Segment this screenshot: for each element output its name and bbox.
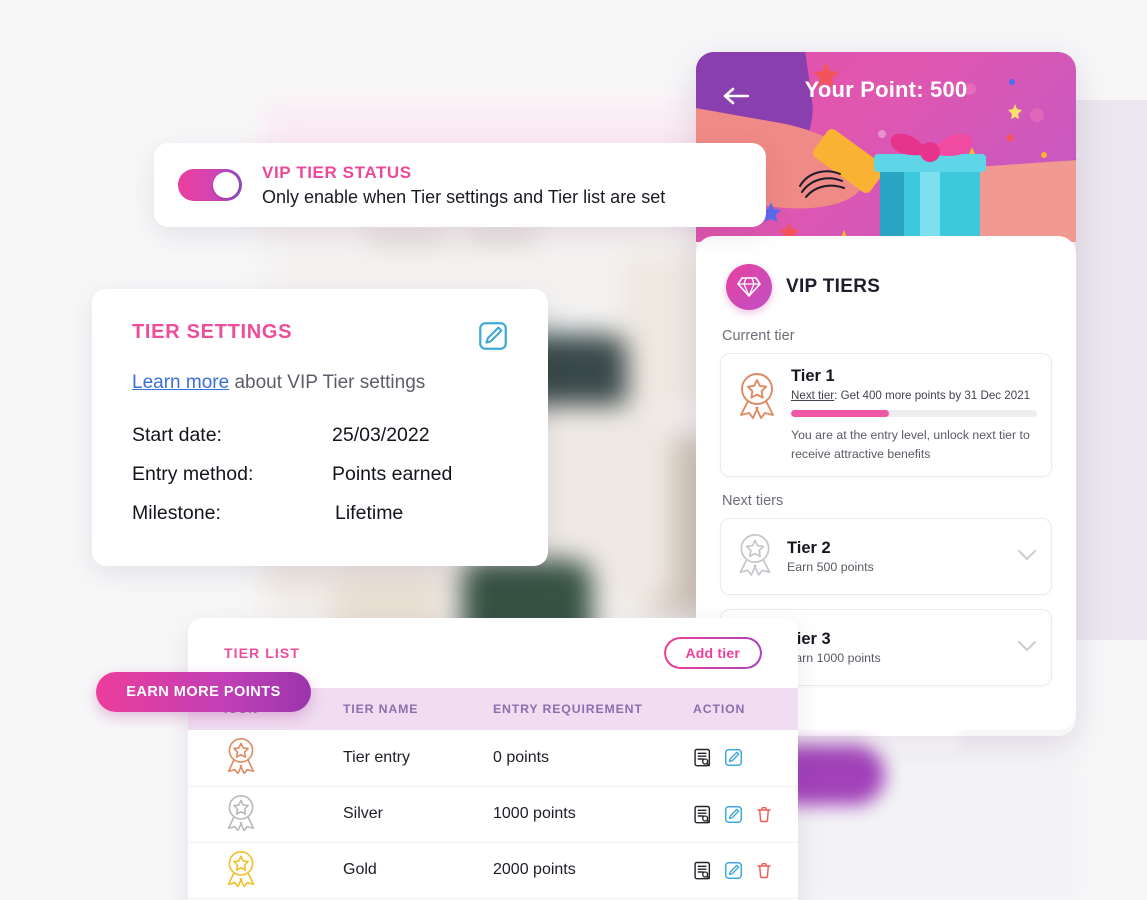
add-tier-button[interactable]: Add tier: [663, 637, 762, 669]
field-value: Points earned: [332, 463, 453, 485]
tier-list-card: TIER LIST Add tier ICON TIER NAME ENTRY …: [188, 618, 798, 900]
learn-more-rest: about VIP Tier settings: [229, 372, 426, 393]
table-row[interactable]: Gold 2000 points: [188, 842, 798, 899]
diamond-icon: [726, 264, 772, 310]
row-entry-requirement: 0 points: [493, 730, 693, 787]
current-tier-label: Current tier: [722, 328, 795, 344]
field-value: 25/03/2022: [332, 424, 430, 446]
edit-square-icon[interactable]: [478, 321, 508, 356]
next-tier-link[interactable]: Next tier: [791, 389, 834, 402]
row-icon-cell: [188, 786, 343, 843]
vip-tiers-title: VIP TIERS: [786, 276, 881, 297]
vip-tier-status-toggle[interactable]: [178, 169, 242, 201]
edit-icon[interactable]: [724, 861, 743, 880]
edit-icon[interactable]: [724, 805, 743, 824]
current-tier-description: You are at the entry level, unlock next …: [791, 428, 1030, 462]
next-tier-name: Tier 2: [787, 539, 831, 558]
row-icon-cell: [188, 730, 343, 787]
next-tier-row-2[interactable]: Tier 2 Earn 500 points: [720, 518, 1052, 596]
table-row[interactable]: Silver 1000 points: [188, 786, 798, 843]
award-ribbon-icon: [735, 367, 779, 424]
tier-progress-fill: [791, 410, 890, 417]
row-actions: [693, 786, 798, 843]
row-actions: [693, 730, 798, 787]
next-tier-name: Tier 3: [787, 630, 831, 649]
column-header-action: ACTION: [693, 688, 798, 730]
vip-tier-status-subtitle: Only enable when Tier settings and Tier …: [262, 186, 666, 207]
delete-icon[interactable]: [755, 861, 773, 880]
toggle-knob: [213, 172, 239, 198]
field-milestone: Milestone: Lifetime: [132, 502, 508, 525]
view-details-icon[interactable]: [693, 805, 712, 824]
row-icon-cell: [188, 842, 343, 899]
row-actions: [693, 842, 798, 899]
field-label: Milestone:: [132, 502, 221, 524]
row-entry-requirement: 1000 points: [493, 786, 693, 843]
table-row[interactable]: Tier entry 0 points: [188, 730, 798, 787]
chevron-down-icon[interactable]: [1017, 639, 1037, 657]
chevron-down-icon[interactable]: [1017, 548, 1037, 566]
row-entry-requirement: 2000 points: [493, 842, 693, 899]
field-label: Start date:: [132, 424, 222, 446]
award-ribbon-icon: [735, 532, 775, 581]
learn-more-line: Learn more about VIP Tier settings: [132, 372, 508, 394]
tier-settings-title: TIER SETTINGS: [132, 321, 293, 343]
view-details-icon[interactable]: [693, 748, 712, 767]
gift-box-illustration: [874, 133, 986, 240]
background-lavender-panel: [1074, 100, 1147, 640]
current-tier-name: Tier 1: [791, 367, 835, 385]
row-tier-name: Silver: [343, 786, 493, 843]
field-start-date: Start date: 25/03/2022: [132, 424, 508, 447]
column-header-tier-name: TIER NAME: [343, 688, 493, 730]
view-details-icon[interactable]: [693, 861, 712, 880]
earn-more-points-button[interactable]: EARN MORE POINTS: [96, 672, 311, 712]
field-entry-method: Entry method: Points earned: [132, 463, 508, 486]
next-tier-requirement: Earn 1000 points: [787, 651, 881, 666]
screenshot-root: Your Point: 500 VIP TIERS Current tier T…: [0, 0, 1147, 900]
tier-progress-bar: [791, 410, 1037, 417]
current-tier-card[interactable]: Tier 1 Next tier: Get 400 more points by…: [720, 353, 1052, 478]
vip-tier-status-card: VIP TIER STATUS Only enable when Tier se…: [154, 143, 766, 227]
back-arrow-icon[interactable]: [718, 78, 754, 114]
tier-list-title: TIER LIST: [224, 645, 301, 661]
edit-icon[interactable]: [724, 748, 743, 767]
delete-icon[interactable]: [755, 805, 773, 824]
column-header-entry-requirement: ENTRY REQUIREMENT: [493, 688, 693, 730]
row-tier-name: Gold: [343, 842, 493, 899]
next-tier-text: : Get 400 more points by 31 Dec 2021: [834, 389, 1031, 402]
tier-settings-fields: Start date: 25/03/2022 Entry method: Poi…: [132, 424, 508, 525]
next-tier-requirement: Earn 500 points: [787, 560, 874, 575]
vip-tiers-heading: VIP TIERS: [726, 264, 1052, 310]
field-label: Entry method:: [132, 463, 254, 485]
vip-tier-status-title: VIP TIER STATUS: [262, 162, 412, 182]
field-value: Lifetime: [335, 502, 404, 524]
next-tiers-label: Next tiers: [722, 493, 784, 510]
tier-settings-card: TIER SETTINGS Learn more about VIP Tier …: [92, 289, 548, 566]
row-tier-name: Tier entry: [343, 730, 493, 787]
current-tier-next-info: Next tier: Get 400 more points by 31 Dec…: [791, 389, 1037, 402]
learn-more-link[interactable]: Learn more: [132, 372, 229, 393]
tier-table: ICON TIER NAME ENTRY REQUIREMENT ACTION: [188, 688, 798, 899]
